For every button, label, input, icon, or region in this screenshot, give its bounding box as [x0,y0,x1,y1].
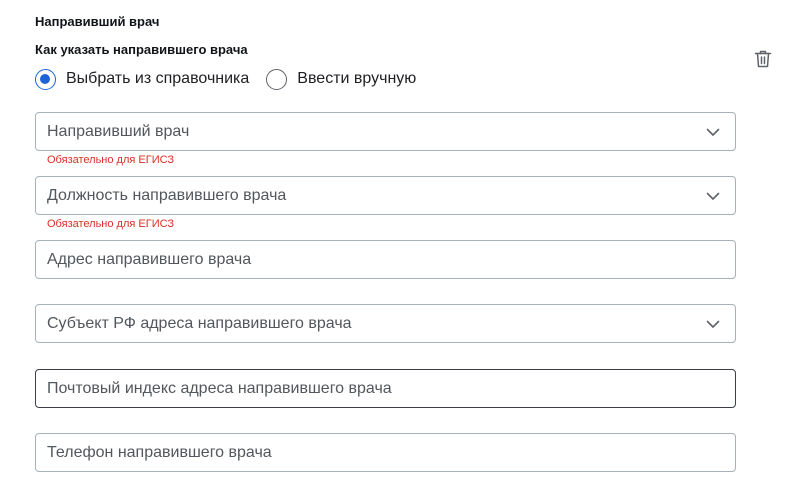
doctor-postal-code-input[interactable]: Почтовый индекс адреса направившего врач… [35,369,736,408]
radio-label-manual: Ввести вручную [297,70,417,87]
doctor-phone-input[interactable]: Телефон направившего врача [35,433,736,472]
radio-label-directory: Выбрать из справочника [66,70,250,87]
doctor-position-select[interactable]: Должность направившего врача [35,176,736,215]
chevron-down-icon [706,192,720,200]
doctor-source-radio-group: Выбрать из справочника Ввести вручную [35,67,433,91]
radio-button-unchecked[interactable] [266,68,288,90]
doctor-region-placeholder: Субъект РФ адреса направившего врача [47,314,352,332]
doctor-postal-code-placeholder: Почтовый индекс адреса направившего врач… [47,379,392,397]
chevron-down-icon [706,128,720,136]
referring-doctor-error: Обязательно для ЕГИСЗ [47,154,175,166]
referring-doctor-select[interactable]: Направивший врач [35,112,736,151]
doctor-phone-placeholder: Телефон направившего врача [47,443,272,461]
radio-option-manual[interactable]: Ввести вручную [266,68,417,90]
radio-button-checked[interactable] [35,68,56,90]
doctor-source-label: Как указать направившего врача [35,42,248,57]
referring-doctor-placeholder: Направивший врач [47,122,190,140]
section-title: Направивший врач [35,14,160,29]
doctor-position-error: Обязательно для ЕГИСЗ [47,218,175,230]
doctor-position-placeholder: Должность направившего врача [47,186,287,204]
radio-option-directory[interactable]: Выбрать из справочника [35,68,250,90]
doctor-address-placeholder: Адрес направившего врача [47,250,252,268]
trash-icon[interactable] [752,48,774,70]
chevron-down-icon [706,320,720,328]
doctor-address-input[interactable]: Адрес направившего врача [35,240,736,279]
doctor-region-select[interactable]: Субъект РФ адреса направившего врача [35,304,736,343]
